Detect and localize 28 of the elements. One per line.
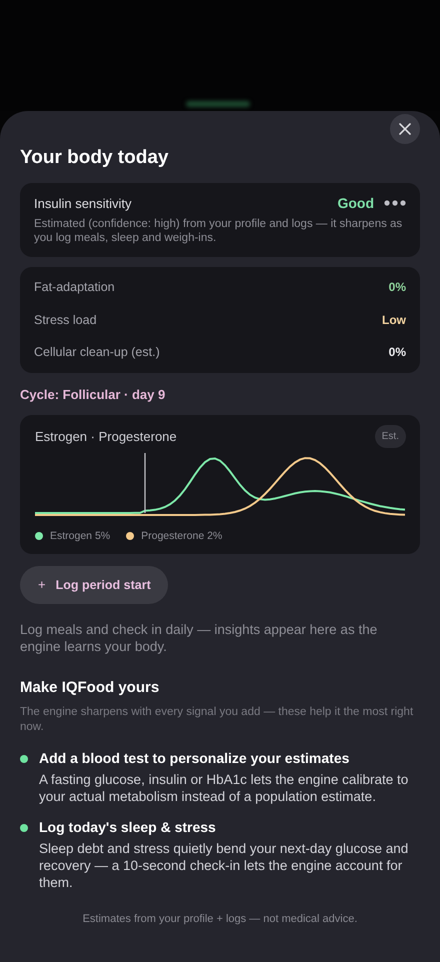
log-period-button[interactable]: + Log period start	[20, 566, 168, 604]
suggestion-text: Sleep debt and stress quietly bend your next-day glucose and recovery — a 10-second check-in lets the engine account for them.	[39, 840, 410, 890]
metric-label: Insulin sensitivity	[34, 196, 133, 210]
metric-value: 0%	[388, 345, 406, 360]
suggestion-title: Add a blood test to personalize your estimates	[39, 750, 350, 766]
hint-text: Log meals and check in daily — insights appear here as the engine learns your body.	[20, 620, 378, 654]
legend-label: Progesterone 2%	[141, 530, 222, 542]
section-subtitle: The engine sharpens with every signal you add — these help it the most right now.	[20, 704, 414, 735]
legend-label: Estrogen 5%	[50, 530, 110, 542]
metric-label: Fat-adaptation	[34, 280, 115, 294]
cycle-phase: Cycle: Follicular · day 9	[20, 386, 166, 402]
chart-title: Estrogen · Progesterone	[35, 428, 177, 444]
estimate-badge: Est.	[374, 424, 406, 448]
tab-indicator	[186, 101, 250, 107]
metric-value: Low	[382, 312, 406, 327]
disclaimer: Estimates from your profile + logs — not medical advice.	[82, 912, 358, 924]
close-icon	[398, 122, 412, 136]
metric-value: Good	[337, 195, 374, 211]
close-button[interactable]	[390, 114, 420, 144]
metric-value: 0%	[388, 280, 406, 294]
sheet-title: Your body today	[20, 147, 170, 169]
metric-label: Cellular clean-up (est.)	[34, 345, 160, 360]
metric-note: Estimated (confidence: high) from your profile and logs — it sharpens as you log meals, sleep and weigh-ins.	[34, 217, 404, 245]
metric-label: Stress load	[34, 312, 97, 327]
more-icon[interactable]	[384, 200, 406, 206]
suggestion-title: Log today's sleep & stress	[39, 818, 217, 834]
section-title: Make IQFood yours	[20, 678, 160, 696]
suggestion-text: A fasting glucose, insulin or HbA1c lets the engine calibrate to your actual metabolism instead of a population estimate.	[39, 770, 410, 804]
